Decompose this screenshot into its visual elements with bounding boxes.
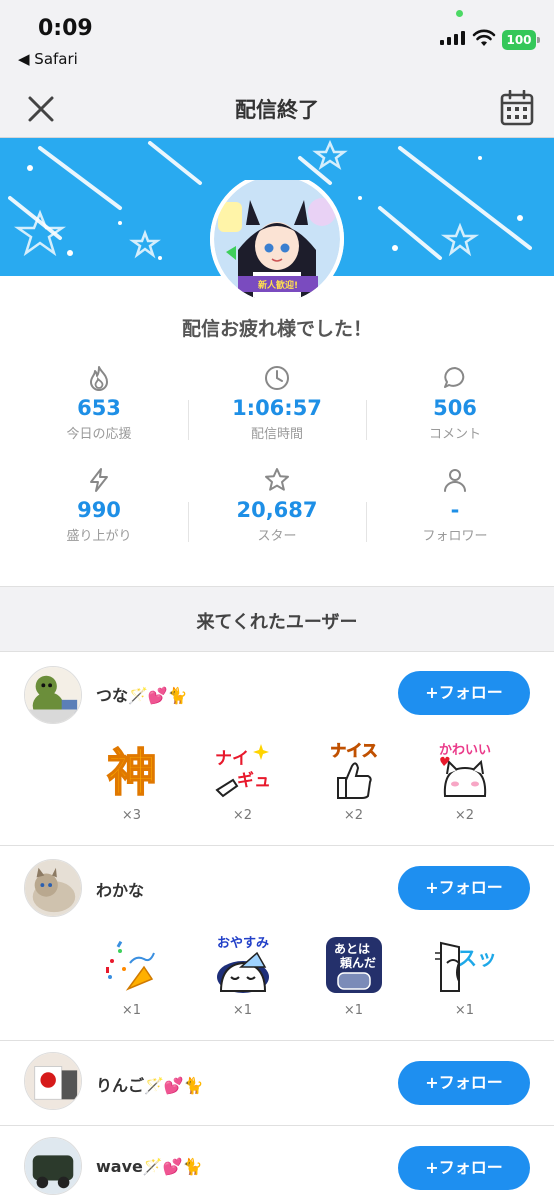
- visitor-row: わかな +フォロー ×1 おやすみ ×1 あとは 頼んだ ×1 スッ ×1: [0, 847, 554, 1041]
- stat-comments: 506 コメント: [366, 360, 544, 462]
- stat-label: 今日の応援: [66, 427, 132, 442]
- user-name: わかな: [96, 881, 145, 900]
- stamp-list: 神 ×3 ナイ ギュ ×2 ナイス ×2 かわいい ×2: [76, 738, 520, 823]
- user-avatar[interactable]: [24, 666, 82, 724]
- signal-icon: [440, 31, 465, 45]
- stat-label: フォロワー: [422, 529, 488, 544]
- battery-indicator: 100: [502, 30, 540, 50]
- stat-value: 990: [77, 498, 121, 522]
- page-title: 配信終了: [235, 98, 319, 122]
- stats-grid: 653 今日の応援 1:06:57 配信時間 506 コメント 990 盛り上が…: [10, 360, 544, 564]
- stamp-item: スッ ×1: [409, 933, 520, 1018]
- kami-stamp-icon: 神: [106, 743, 158, 802]
- svg-text:あとは: あとは: [333, 942, 369, 956]
- stat-support: 653 今日の応援: [10, 360, 188, 462]
- stamp-count: ×2: [343, 808, 364, 823]
- stamp-item: かわいい ×2: [409, 738, 520, 823]
- stat-label: 盛り上がり: [66, 529, 132, 544]
- stamp-count: ×2: [232, 808, 253, 823]
- stat-label: 配信時間: [250, 427, 303, 442]
- person-icon: [444, 469, 466, 492]
- stamp-list: ×1 おやすみ ×1 あとは 頼んだ ×1 スッ ×1: [76, 933, 520, 1018]
- visitor-row: りんご🪄💕🐈 +フォロー: [0, 1042, 554, 1126]
- user-avatar[interactable]: [24, 1137, 82, 1195]
- follow-button[interactable]: +フォロー: [398, 866, 530, 910]
- flame-icon: [90, 366, 108, 391]
- user-avatar[interactable]: [24, 859, 82, 917]
- svg-text:新人歓迎!: 新人歓迎!: [258, 279, 298, 291]
- visitors-section-header: 来てくれたユーザー: [0, 586, 554, 652]
- stamp-count: ×1: [232, 1003, 253, 1018]
- user-name: りんご🪄💕🐈: [96, 1076, 204, 1095]
- stat-label: コメント: [428, 427, 481, 442]
- stamp-item: ×1: [76, 933, 187, 1018]
- stamp-text: おやすみ: [216, 936, 268, 951]
- lightning-icon: [90, 468, 108, 492]
- stat-excitement: 990 盛り上がり: [10, 462, 188, 564]
- nice-thumb-stamp-icon: ナイス: [329, 741, 378, 799]
- back-to-safari-link[interactable]: ◀ Safari: [18, 50, 78, 68]
- sutt-stamp-icon: スッ: [434, 941, 497, 992]
- stat-value: 20,687: [236, 498, 318, 522]
- stamp-item: あとは 頼んだ ×1: [298, 933, 409, 1018]
- svg-text:ギュ: ギュ: [237, 771, 271, 791]
- follow-button[interactable]: +フォロー: [398, 671, 530, 715]
- follow-button[interactable]: +フォロー: [398, 1061, 530, 1105]
- section-title: 来てくれたユーザー: [196, 612, 358, 633]
- stamp-text: スッ: [457, 946, 497, 970]
- status-time: 0:09: [38, 16, 93, 41]
- stat-followers: - フォロワー: [366, 462, 544, 564]
- stamp-text: かわいい: [438, 743, 490, 758]
- stat-stream-time: 1:06:57 配信時間: [188, 360, 366, 462]
- stamp-count: ×2: [454, 808, 475, 823]
- camera-indicator-icon: [456, 10, 463, 17]
- stat-value: -: [450, 498, 460, 522]
- kawaii-stamp-icon: かわいい: [438, 743, 491, 797]
- stamp-item: おやすみ ×1: [187, 933, 298, 1018]
- svg-text:頼んだ: 頼んだ: [338, 955, 375, 970]
- user-name: つな🪄💕🐈: [96, 686, 188, 705]
- stat-value: 653: [77, 396, 121, 420]
- stamp-text: 神: [107, 744, 157, 802]
- follow-button[interactable]: +フォロー: [398, 1146, 530, 1190]
- stamp-count: ×1: [121, 1003, 142, 1018]
- stamp-count: ×1: [343, 1003, 364, 1018]
- wifi-icon: [472, 29, 496, 46]
- svg-text:ナイ: ナイ: [215, 749, 249, 769]
- navigation-bar: 配信終了: [0, 80, 554, 138]
- star-icon: [265, 468, 289, 491]
- stamp-item: 神 ×3: [76, 738, 187, 823]
- atowa-tanonda-stamp-icon: あとは 頼んだ: [325, 937, 382, 993]
- oyasumi-stamp-icon: おやすみ: [216, 936, 269, 993]
- visitor-row: つな🪄💕🐈 +フォロー 神 ×3 ナイ ギュ ×2 ナイス ×2 かわいい ×2: [0, 652, 554, 846]
- stat-value: 1:06:57: [232, 396, 322, 420]
- stamp-item: ナイス ×2: [298, 738, 409, 823]
- stamp-count: ×1: [454, 1003, 475, 1018]
- party-popper-stamp-icon: [105, 940, 155, 991]
- status-bar: 0:09 ◀ Safari 100: [0, 0, 554, 80]
- stamp-text: ナイス: [330, 741, 378, 760]
- congrats-message: 配信お疲れ様でした！: [181, 318, 372, 340]
- user-avatar[interactable]: [24, 1052, 82, 1110]
- stat-value: 506: [433, 396, 477, 420]
- calendar-icon[interactable]: [500, 90, 534, 126]
- visitor-row: wave🪄💕🐈 +フォロー: [0, 1127, 554, 1200]
- nice-gyu-stamp-icon: ナイ ギュ: [215, 744, 271, 798]
- streamer-avatar[interactable]: 新人歓迎!: [208, 180, 346, 298]
- clock-icon: [265, 366, 289, 390]
- user-name: wave🪄💕🐈: [96, 1157, 203, 1176]
- stat-stars: 20,687 スター: [188, 462, 366, 564]
- stat-label: スター: [257, 529, 297, 544]
- comment-icon: [444, 367, 465, 388]
- stamp-item: ナイ ギュ ×2: [187, 738, 298, 823]
- stamp-count: ×3: [121, 808, 142, 823]
